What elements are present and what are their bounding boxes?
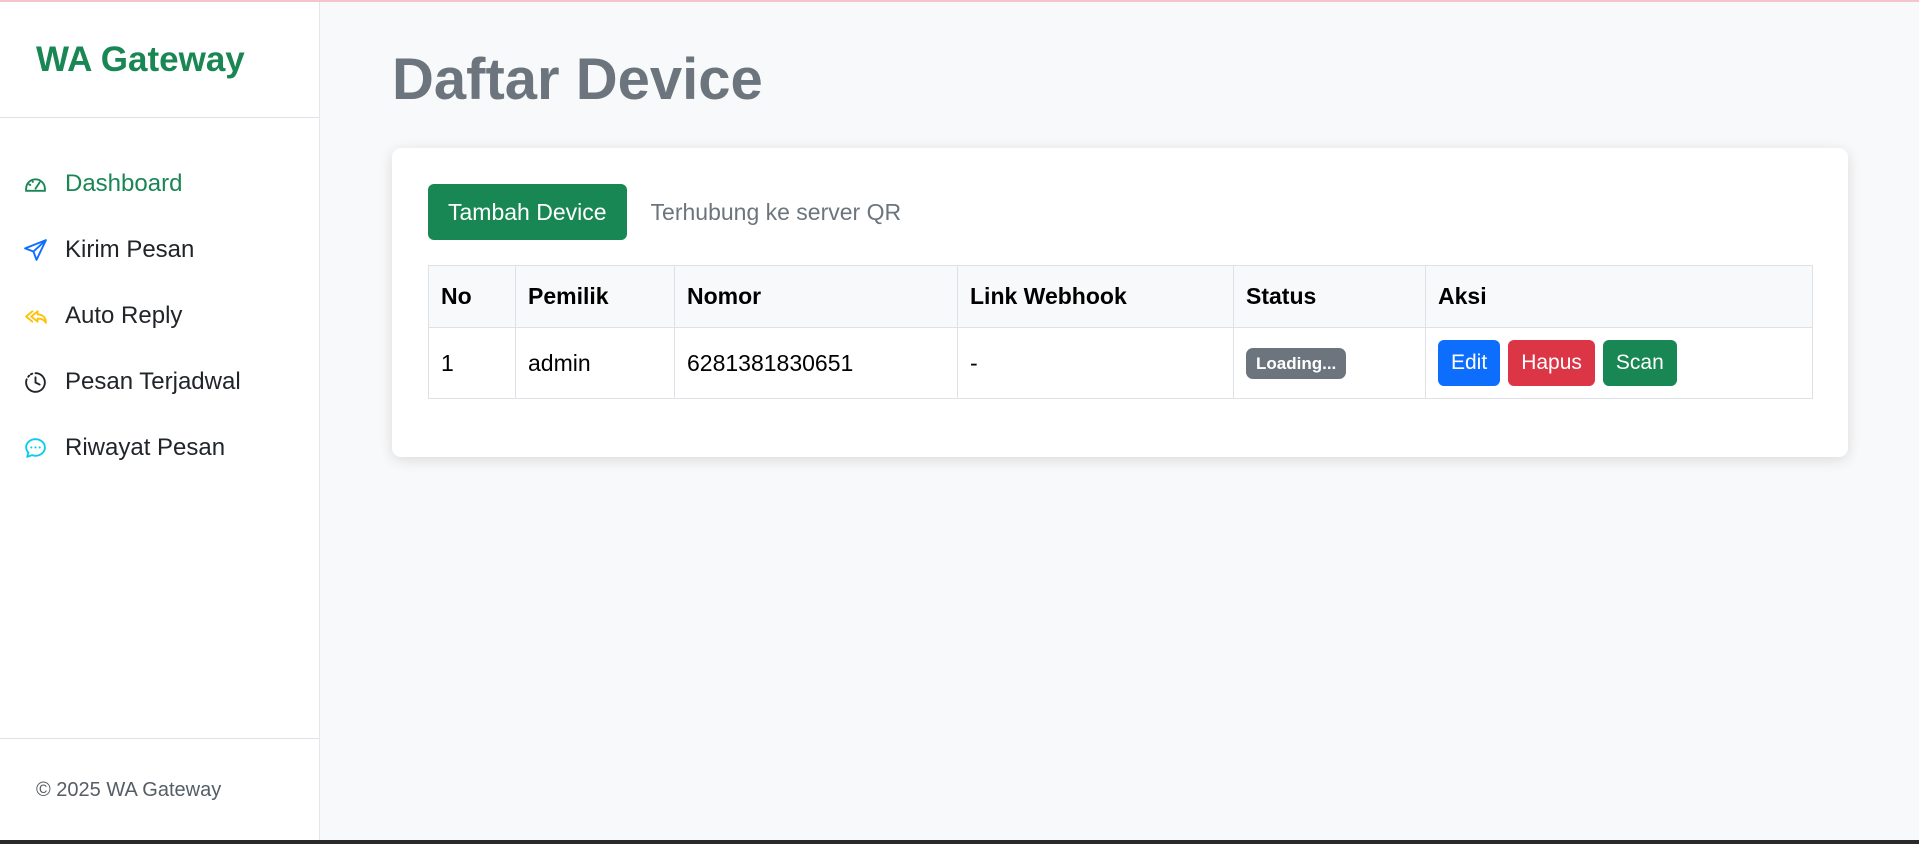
sidebar-item-label: Dashboard (65, 170, 183, 197)
edit-button[interactable]: Edit (1438, 340, 1501, 386)
card-toolbar: Tambah Device Terhubung ke server QR (428, 184, 1812, 240)
column-header-aksi: Aksi (1425, 265, 1813, 328)
column-header-nomor: Nomor (674, 265, 958, 328)
chat-dots-icon (22, 435, 49, 462)
table-header-row: No Pemilik Nomor Link Webhook Status Aks… (428, 265, 1813, 328)
cell-webhook: - (957, 327, 1234, 399)
cell-number: 6281381830651 (674, 327, 958, 399)
reply-all-icon (22, 303, 49, 330)
sidebar-item-auto-reply[interactable]: Auto Reply (0, 283, 319, 349)
sidebar-item-pesan-terjadwal[interactable]: Pesan Terjadwal (0, 349, 319, 415)
delete-button[interactable]: Hapus (1508, 340, 1595, 386)
device-table: No Pemilik Nomor Link Webhook Status Aks… (428, 265, 1813, 399)
scan-button[interactable]: Scan (1602, 340, 1677, 386)
column-header-no: No (428, 265, 516, 328)
sidebar-item-riwayat-pesan[interactable]: Riwayat Pesan (0, 415, 319, 481)
sidebar-nav: Dashboard Kirim Pesan Auto Reply Pesan T… (0, 118, 319, 481)
main-content: Daftar Device Tambah Device Terhubung ke… (392, 2, 1848, 457)
table-row: 1 admin 6281381830651 - Loading... Edit H… (428, 327, 1813, 399)
column-header-status: Status (1233, 265, 1426, 328)
taskbar-strip (0, 840, 1919, 844)
send-icon (22, 237, 49, 264)
connection-status-text: Terhubung ke server QR (650, 198, 902, 225)
sidebar-item-label: Kirim Pesan (65, 236, 195, 263)
device-card: Tambah Device Terhubung ke server QR No … (392, 148, 1848, 457)
column-header-pemilik: Pemilik (515, 265, 675, 328)
sidebar: WA Gateway Dashboard Kirim Pesan Auto Re… (0, 2, 320, 842)
cell-no: 1 (428, 327, 516, 399)
brand-title: WA Gateway (0, 2, 319, 118)
sidebar-item-label: Riwayat Pesan (65, 434, 226, 461)
sidebar-item-dashboard[interactable]: Dashboard (0, 151, 319, 217)
sidebar-item-label: Pesan Terjadwal (65, 368, 241, 395)
sidebar-footer: © 2025 WA Gateway (0, 738, 319, 842)
clock-icon (22, 369, 49, 396)
cell-actions: Edit Hapus Scan (1425, 327, 1813, 399)
cell-status: Loading... (1233, 327, 1426, 399)
cell-owner: admin (515, 327, 675, 399)
add-device-button[interactable]: Tambah Device (428, 184, 627, 240)
column-header-link-webhook: Link Webhook (957, 265, 1234, 328)
sidebar-item-label: Auto Reply (65, 302, 183, 329)
status-badge: Loading... (1246, 347, 1347, 379)
speedometer-icon (22, 171, 49, 198)
page-title: Daftar Device (392, 47, 763, 112)
sidebar-item-kirim-pesan[interactable]: Kirim Pesan (0, 217, 319, 283)
